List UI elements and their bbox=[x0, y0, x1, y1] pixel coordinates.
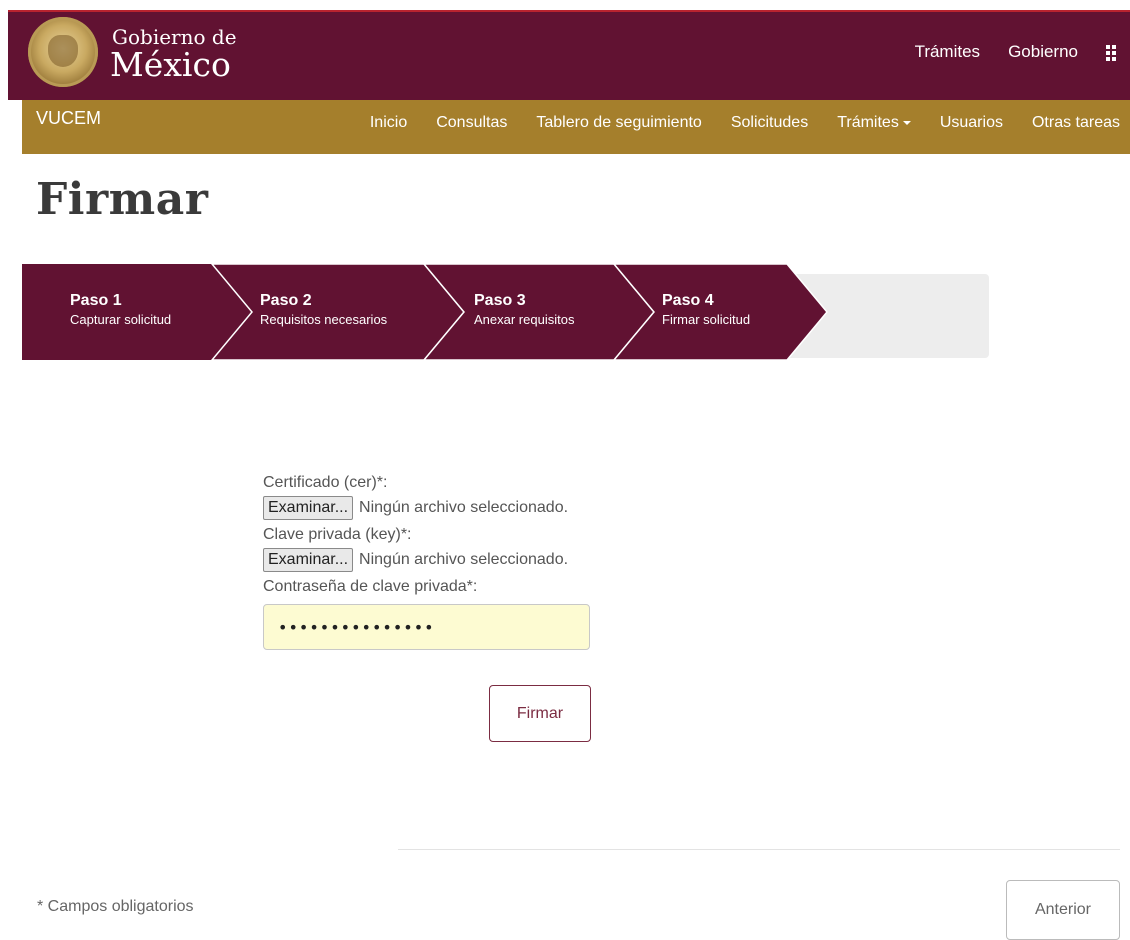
key-label: Clave privada (key)*: bbox=[263, 526, 412, 543]
nav-item-tablero[interactable]: Tablero de seguimiento bbox=[536, 114, 701, 132]
grid-icon[interactable] bbox=[1106, 45, 1116, 61]
nav-tramites-link[interactable]: Trámites bbox=[915, 42, 981, 62]
vucem-nav: Inicio Consultas Tablero de seguimiento … bbox=[341, 114, 1120, 132]
step-2-number: Paso 2 bbox=[260, 292, 312, 309]
step-3-number: Paso 3 bbox=[474, 292, 526, 309]
nav-item-inicio[interactable]: Inicio bbox=[370, 114, 407, 132]
government-header: Gobierno de México Trámites Gobierno bbox=[8, 10, 1130, 100]
key-browse-button[interactable]: Examinar... bbox=[263, 548, 354, 572]
key-file-input[interactable]: Examinar... Ningún archivo seleccionado. bbox=[263, 546, 593, 574]
brand-line2[interactable]: México bbox=[110, 46, 231, 84]
previous-button[interactable]: Anterior bbox=[1006, 880, 1120, 940]
required-fields-note: * Campos obligatorios bbox=[37, 898, 194, 915]
step-1-desc: Capturar solicitud bbox=[70, 312, 172, 327]
nav-item-tramites-label: Trámites bbox=[837, 114, 899, 131]
nav-item-usuarios[interactable]: Usuarios bbox=[940, 114, 1003, 132]
nav-item-tramites-dropdown[interactable]: Trámites bbox=[837, 114, 911, 132]
cert-browse-button[interactable]: Examinar... bbox=[263, 496, 354, 520]
password-input[interactable]: ••••••••••••••• bbox=[263, 604, 590, 650]
step-2-desc: Requisitos necesarios bbox=[260, 312, 388, 327]
cert-label: Certificado (cer)*: bbox=[263, 474, 388, 491]
step-3-desc: Anexar requisitos bbox=[474, 312, 575, 327]
sign-form: Certificado (cer)*: Examinar... Ningún a… bbox=[263, 472, 593, 650]
nav-gobierno-link[interactable]: Gobierno bbox=[1008, 42, 1078, 62]
mexico-seal-icon[interactable] bbox=[28, 17, 98, 87]
government-nav: Trámites Gobierno bbox=[915, 42, 1130, 62]
nav-item-solicitudes[interactable]: Solicitudes bbox=[731, 114, 808, 132]
key-file-status: Ningún archivo seleccionado. bbox=[359, 551, 569, 568]
sign-button[interactable]: Firmar bbox=[489, 685, 591, 742]
nav-item-otras-tareas[interactable]: Otras tareas bbox=[1032, 114, 1120, 132]
vucem-navbar: VUCEM Inicio Consultas Tablero de seguim… bbox=[22, 100, 1130, 154]
step-1-number: Paso 1 bbox=[70, 292, 122, 309]
step-4-label: Paso 4 Firmar solicitud bbox=[662, 291, 750, 329]
step-1-label: Paso 1 Capturar solicitud bbox=[70, 291, 171, 329]
step-2-label: Paso 2 Requisitos necesarios bbox=[260, 291, 387, 329]
vucem-brand[interactable]: VUCEM bbox=[36, 108, 101, 129]
step-3-label: Paso 3 Anexar requisitos bbox=[474, 291, 574, 329]
nav-item-consultas[interactable]: Consultas bbox=[436, 114, 507, 132]
step-4-number: Paso 4 bbox=[662, 292, 714, 309]
cert-file-input[interactable]: Examinar... Ningún archivo seleccionado. bbox=[263, 494, 593, 522]
password-label: Contraseña de clave privada*: bbox=[263, 578, 478, 595]
caret-down-icon bbox=[902, 120, 911, 125]
footer-divider bbox=[398, 849, 1120, 850]
step-4-desc: Firmar solicitud bbox=[662, 312, 751, 327]
cert-file-status: Ningún archivo seleccionado. bbox=[359, 499, 569, 516]
page-title: Firmar bbox=[36, 174, 209, 225]
